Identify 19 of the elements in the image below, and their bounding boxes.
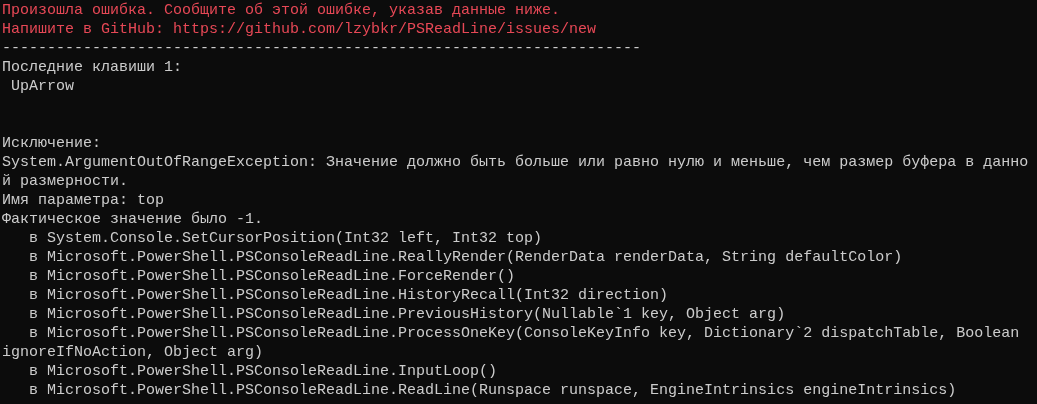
- output-line: System.ArgumentOutOfRangeException: Значение должно быть больше или равно нулю и меньше, чем размер буфера в данно: [2, 153, 1029, 172]
- output-line: в Microsoft.PowerShell.PSConsoleReadLine.ForceRender(): [28, 267, 516, 286]
- output-line: в Microsoft.PowerShell.PSConsoleReadLine.ReadLine(Runspace runspace, EngineIntrinsics engineIntrinsics): [28, 381, 957, 400]
- output-line: Исключение:: [2, 134, 102, 153]
- output-line: Имя параметра: top: [2, 191, 165, 210]
- output-line: в Microsoft.PowerShell.PSConsoleReadLine.HistoryRecall(Int32 direction): [28, 286, 669, 305]
- error-line: Произошла ошибка. Сообщите об этой ошибке, указав данные ниже.: [2, 1, 561, 20]
- output-line: в System.Console.SetCursorPosition(Int32 left, Int32 top): [28, 229, 543, 248]
- output-line: ignoreIfNoAction, Object arg): [2, 343, 264, 362]
- error-line: Напишите в GitHub: https://github.com/lzybkr/PSReadLine/issues/new: [2, 20, 597, 39]
- output-line: UpArrow: [10, 77, 74, 96]
- output-line: й размерности.: [2, 172, 129, 191]
- output-line: в Microsoft.PowerShell.PSConsoleReadLine.InputLoop(): [28, 362, 498, 381]
- output-line: в Microsoft.PowerShell.PSConsoleReadLine.PreviousHistory(Nullable`1 key, Object arg): [28, 305, 786, 324]
- output-line: Фактическое значение было -1.: [2, 210, 264, 229]
- output-line: -----------------------------------------------------------------------: [2, 39, 642, 58]
- output-line: Последние клавиши 1:: [2, 58, 183, 77]
- output-line: в Microsoft.PowerShell.PSConsoleReadLine.ReallyRender(RenderData renderData, String defaultColor): [28, 248, 903, 267]
- output-line: в Microsoft.PowerShell.PSConsoleReadLine.ProcessOneKey(ConsoleKeyInfo key, Dictionary`2 dispatchTable, Boolean: [28, 324, 1020, 343]
